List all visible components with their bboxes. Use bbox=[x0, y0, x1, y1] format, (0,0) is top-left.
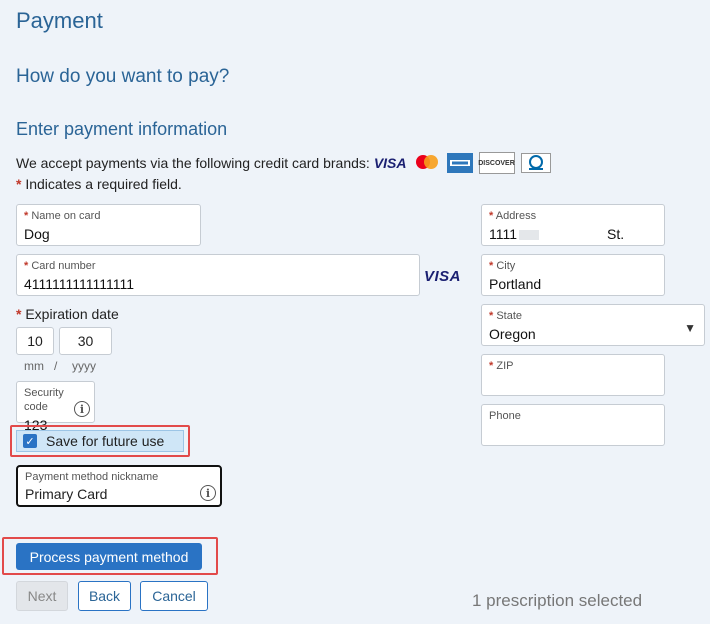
mastercard-logo bbox=[415, 155, 438, 169]
discover-logo: DISCOVER bbox=[478, 152, 515, 174]
next-button[interactable]: Next bbox=[16, 581, 68, 611]
address-field[interactable]: * Address 1111 St. bbox=[481, 204, 665, 246]
expiration-month-input[interactable]: 10 bbox=[16, 327, 54, 355]
card-brand-logos: VISA DISCOVER bbox=[374, 152, 551, 174]
process-payment-button[interactable]: Process payment method bbox=[16, 543, 202, 570]
zip-field[interactable]: * ZIP bbox=[481, 354, 665, 396]
city-value: Portland bbox=[489, 276, 542, 292]
process-button-highlight: Process payment method bbox=[2, 537, 218, 575]
date-separator: / bbox=[54, 359, 58, 373]
page-title: Payment bbox=[16, 8, 103, 33]
phone-field[interactable]: Phone bbox=[481, 404, 665, 446]
save-future-highlight: ✓ Save for future use bbox=[10, 425, 190, 457]
address-label: * Address bbox=[489, 210, 537, 222]
payment-nickname-label: Payment method nickname bbox=[25, 471, 159, 483]
visa-logo: VISA bbox=[373, 155, 407, 171]
checkbox-checked-icon: ✓ bbox=[23, 434, 37, 448]
address-value: 1111 St. bbox=[489, 226, 625, 242]
cancel-button[interactable]: Cancel bbox=[140, 581, 208, 611]
payment-nickname-value: Primary Card bbox=[25, 486, 108, 502]
card-number-field[interactable]: * Card number 4111111111111111 bbox=[16, 254, 420, 296]
security-code-info-icon[interactable]: i bbox=[74, 401, 90, 417]
expiration-year-value: 30 bbox=[77, 333, 94, 349]
required-field-note: * Indicates a required field. bbox=[16, 176, 182, 192]
save-for-future-checkbox[interactable]: ✓ Save for future use bbox=[16, 430, 184, 452]
amex-logo bbox=[446, 153, 473, 173]
city-label: * City bbox=[489, 260, 516, 272]
accepted-cards-text: We accept payments via the following cre… bbox=[16, 155, 370, 171]
section-title: Enter payment information bbox=[16, 119, 228, 139]
chevron-down-icon: ▼ bbox=[684, 321, 696, 335]
expiration-date-label: * Expiration date bbox=[16, 306, 119, 322]
city-field[interactable]: * City Portland bbox=[481, 254, 665, 296]
page-subtitle: How do you want to pay? bbox=[16, 66, 230, 87]
name-on-card-field[interactable]: * Name on card Dog bbox=[16, 204, 201, 246]
zip-label: * ZIP bbox=[489, 360, 514, 372]
card-number-label: * Card number bbox=[24, 260, 96, 272]
card-number-value: 4111111111111111 bbox=[24, 276, 135, 292]
back-button[interactable]: Back bbox=[78, 581, 131, 611]
payment-nickname-field[interactable]: Payment method nickname Primary Card bbox=[16, 465, 222, 507]
diners-club-logo bbox=[520, 153, 551, 173]
required-star: * bbox=[16, 176, 22, 192]
nickname-info-icon[interactable]: i bbox=[200, 485, 216, 501]
expiration-year-input[interactable]: 30 bbox=[59, 327, 112, 355]
month-hint: mm bbox=[24, 359, 44, 373]
expiration-month-value: 10 bbox=[27, 333, 43, 349]
state-value: Oregon bbox=[489, 326, 536, 342]
year-hint: yyyy bbox=[72, 359, 96, 373]
detected-card-brand: VISA bbox=[424, 268, 462, 285]
state-select[interactable]: * State Oregon ▼ bbox=[481, 304, 705, 346]
phone-label: Phone bbox=[489, 410, 521, 422]
save-for-future-label: Save for future use bbox=[46, 433, 165, 449]
state-label: * State bbox=[489, 310, 523, 322]
name-on-card-value: Dog bbox=[24, 226, 50, 242]
accepted-cards-row: We accept payments via the following cre… bbox=[16, 152, 551, 174]
name-on-card-label: * Name on card bbox=[24, 210, 101, 222]
prescription-count-status: 1 prescription selected bbox=[472, 591, 643, 610]
